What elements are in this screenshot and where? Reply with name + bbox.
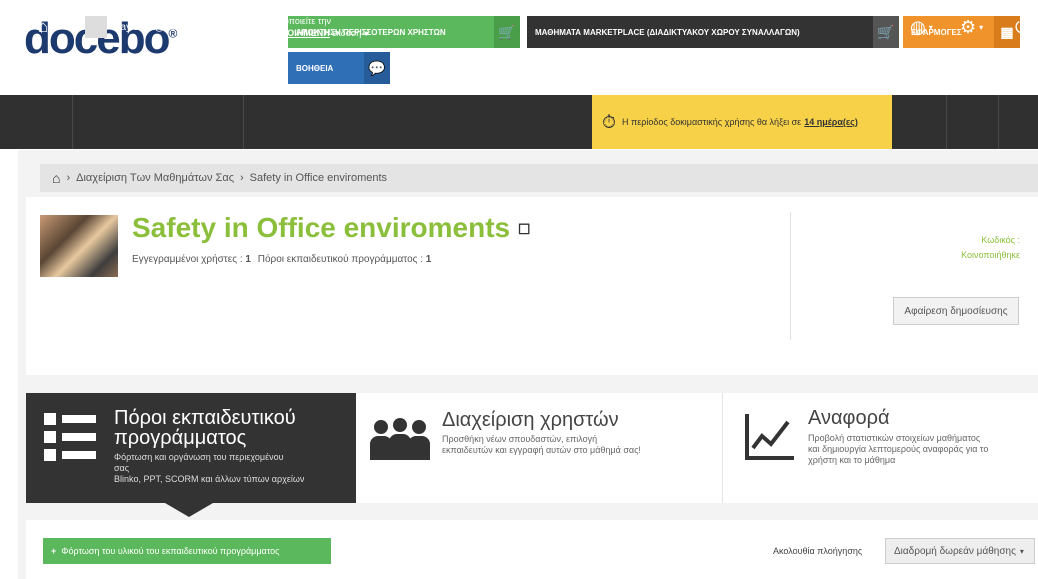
tile-users-desc: Προσθήκη νέων σπουδαστών, επιλογή εκπαιδ… <box>442 434 641 455</box>
chevron-down-icon: ▾ <box>1019 546 1024 556</box>
breadcrumb-separator: › <box>66 172 71 184</box>
tile-reports-desc: Προβολή στατιστικών στοιχείων μαθήματος … <box>808 433 989 465</box>
gear-icon: ⚙ <box>960 16 977 37</box>
edition-link[interactable]: ΑΠΛΟΠΟΙΗΜΕΝΗ <box>255 28 330 38</box>
users-group-icon <box>368 418 432 462</box>
breadcrumb-current: Safety in Office enviroments <box>249 172 388 184</box>
logout-button[interactable]: ⏻ <box>1015 0 1029 54</box>
help-circle-icon[interactable]: ● <box>364 28 369 38</box>
settings-button[interactable]: ⚙ ▾ <box>960 0 983 54</box>
course-status-label: Κοινοποιήθηκε <box>961 250 1020 260</box>
active-tile-pointer <box>165 503 213 517</box>
edition-info: Χρησιμοποιείτε την ΑΠΛΟΠΟΙΗΜΕΝΗ έκδοση ● <box>255 0 369 54</box>
edition-using-label: Χρησιμοποιείτε την <box>255 16 331 26</box>
course-thumbnail <box>40 215 118 277</box>
breadcrumb-separator: › <box>240 172 244 184</box>
course-title: Safety in Office enviroments ☐ <box>132 212 531 243</box>
upload-training-material-button[interactable]: + Φόρτωση του υλικού του εκπαιδευτικού π… <box>43 538 331 564</box>
chat-bubble-icon: 💬 <box>364 52 390 84</box>
home-icon[interactable]: ⌂ <box>52 170 60 186</box>
marketplace-button[interactable]: ΜΑΘΗΜΑΤΑ MARKETPLACE (ΔΙΑΔΙΚΤΥΑΚΟΥ ΧΩΡΟΥ… <box>527 16 899 48</box>
language-button[interactable]: ◍ ▾ <box>910 0 933 54</box>
edition-suffix: έκδοση <box>332 28 362 38</box>
unpublish-button[interactable]: Αφαίρεση δημοσίευσης <box>893 297 1019 325</box>
breadcrumb: ⌂ › Διαχείριση Των Μαθημάτων Σας › Safet… <box>40 164 1038 192</box>
trial-banner[interactable]: ⏱ Η περίοδος δοκιμαστικής χρήσης θα λήξε… <box>592 95 892 149</box>
nav-divider <box>243 95 244 149</box>
help-button[interactable]: ΒΟΗΘΕΙΑ 💬 <box>288 52 390 84</box>
user-email: nayiskaa@hotmail.com <box>115 21 219 33</box>
edit-icon[interactable]: ☐ <box>518 221 531 237</box>
tile-users-title: Διαχείριση χρηστών <box>442 409 619 431</box>
chevron-down-icon: ▾ <box>928 22 933 32</box>
divider <box>790 212 791 340</box>
chevron-down-icon: ▾ <box>979 22 984 32</box>
chevron-down-icon: ▾ <box>222 22 227 32</box>
breadcrumb-courses-link[interactable]: Διαχείριση Των Μαθημάτων Σας <box>76 172 234 184</box>
course-code-label: Κωδικός : <box>981 235 1020 245</box>
home-nav-button[interactable]: ⌂ <box>38 0 48 54</box>
list-icon <box>44 413 96 461</box>
tile-learning-objects-desc: Φόρτωση και οργάνωση του περιεχομένου σα… <box>114 452 305 484</box>
nav-divider <box>72 95 73 149</box>
line-chart-icon <box>744 412 796 462</box>
nav-divider <box>946 95 947 149</box>
power-icon: ⏻ <box>1015 16 1030 37</box>
trial-text: Η περίοδος δοκιμαστικής χρήσης θα λήξει … <box>622 117 802 127</box>
stopwatch-icon: ⏱ <box>602 111 617 132</box>
course-stats: Εγγεγραμμένοι χρήστες : 1 Πόροι εκπαιδευ… <box>132 254 432 265</box>
plus-icon: + <box>51 546 57 556</box>
tile-reports-title: Αναφορά <box>808 407 890 429</box>
cart-icon: 🛒 <box>873 16 899 48</box>
nav-divider <box>998 95 999 149</box>
navigation-sequence-label: Ακολουθία πλοήγησης <box>773 546 863 556</box>
tile-learning-objects-title: Πόροι εκπαιδευτικού προγράμματος <box>114 407 296 449</box>
globe-icon: ◍ <box>910 16 926 37</box>
user-menu[interactable]: nayiskaa@hotmail.com ▾ <box>85 0 227 54</box>
cart-icon: 🛒 <box>494 16 520 48</box>
trial-days: 14 ημέρα(ες) <box>804 117 858 127</box>
learning-path-dropdown[interactable]: Διαδρομή δωρεάν μάθησης ▾ <box>885 538 1035 564</box>
avatar <box>85 16 107 38</box>
home-icon: ⌂ <box>38 17 49 36</box>
